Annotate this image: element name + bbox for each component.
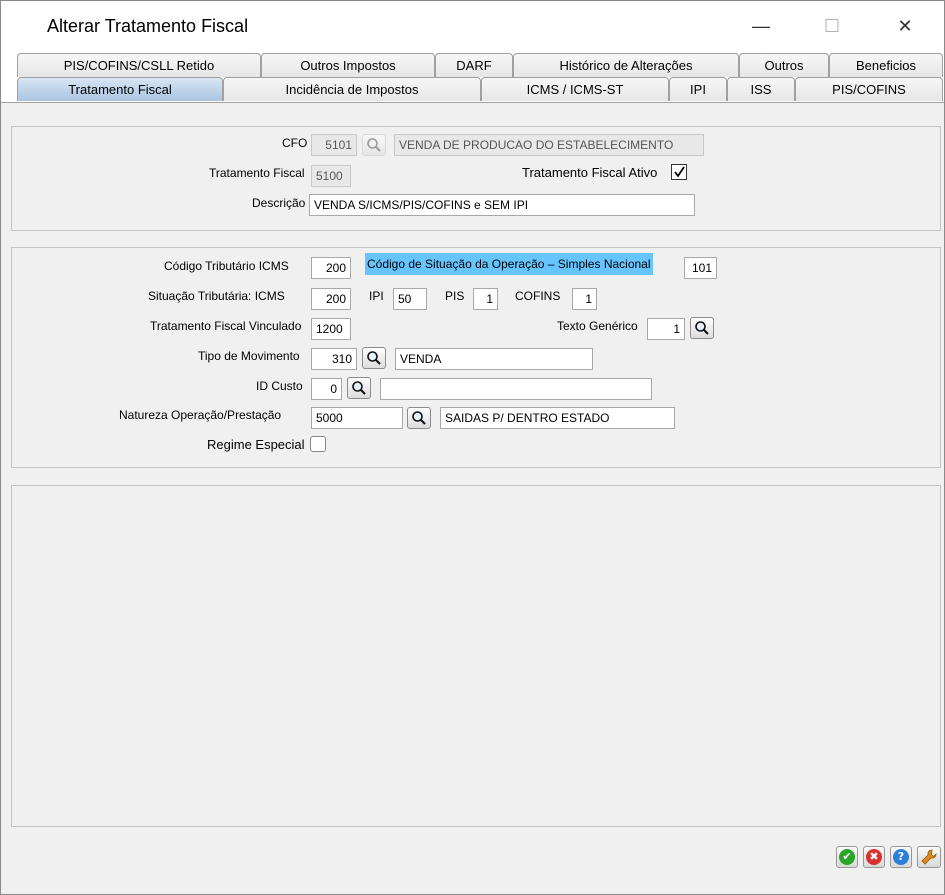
tipo-movimento-lookup-button[interactable]: [362, 347, 386, 369]
id-custo-description-field: [380, 378, 652, 400]
descricao-label: Descrição: [252, 196, 306, 210]
tab-darf[interactable]: DARF: [435, 53, 513, 77]
search-icon: [367, 138, 381, 152]
cfo-panel: CFO 5101 VENDA DE PRODUCAO DO ESTABELECI…: [11, 126, 941, 231]
id-custo-label: ID Custo: [256, 379, 303, 393]
cofins-field[interactable]: 1: [572, 288, 597, 310]
checkmark-icon: [674, 166, 685, 178]
codigo-tributario-icms-field[interactable]: 200: [311, 257, 351, 279]
tab-pis-cofins-csll-retido[interactable]: PIS/COFINS/CSLL Retido: [17, 53, 261, 77]
tab-outros-impostos[interactable]: Outros Impostos: [261, 53, 435, 77]
regime-especial-checkbox[interactable]: [310, 436, 326, 452]
dialog-window: Alterar Tratamento Fiscal — ☐ ✕ PIS/COFI…: [0, 0, 945, 895]
minimize-button[interactable]: —: [738, 11, 784, 41]
confirm-button[interactable]: ✔: [836, 846, 858, 868]
tipo-movimento-label: Tipo de Movimento: [198, 349, 300, 363]
empty-panel: [11, 485, 941, 827]
tratamento-fiscal-ativo-label: Tratamento Fiscal Ativo: [522, 165, 658, 180]
tab-iss[interactable]: ISS: [727, 77, 795, 101]
situacao-tributaria-label: Situação Tributária: ICMS: [148, 289, 285, 303]
search-icon: [352, 381, 366, 395]
check-icon: ✔: [839, 849, 855, 865]
texto-generico-lookup-button[interactable]: [690, 317, 714, 339]
tab-historico-alteracoes[interactable]: Histórico de Alterações: [513, 53, 739, 77]
maximize-icon: ☐: [823, 15, 841, 36]
search-icon: [412, 411, 426, 425]
search-icon: [695, 321, 709, 335]
tab-incidencia-impostos[interactable]: Incidência de Impostos: [223, 77, 481, 101]
help-icon: ?: [893, 849, 909, 865]
pis-label: PIS: [445, 289, 465, 303]
cfo-code-field: 5101: [311, 134, 357, 156]
cancel-button[interactable]: ✖: [863, 846, 885, 868]
tab-strip: PIS/COFINS/CSLL Retido Outros Impostos D…: [1, 51, 944, 103]
minimize-icon: —: [752, 15, 770, 36]
tools-button[interactable]: [917, 846, 941, 868]
tab-pis-cofins[interactable]: PIS/COFINS: [795, 77, 943, 101]
tab-ipi[interactable]: IPI: [669, 77, 727, 101]
tab-tratamento-fiscal[interactable]: Tratamento Fiscal: [17, 77, 223, 101]
id-custo-lookup-button[interactable]: [347, 377, 371, 399]
title-bar: Alterar Tratamento Fiscal — ☐ ✕: [1, 1, 944, 51]
ipi-field[interactable]: 50: [393, 288, 427, 310]
wrench-icon: [921, 849, 937, 865]
tratamento-fiscal-label: Tratamento Fiscal: [209, 166, 305, 180]
close-icon: ✕: [897, 15, 913, 36]
search-icon: [367, 351, 381, 365]
natureza-operacao-label: Natureza Operação/Prestação: [119, 408, 282, 422]
situacao-tributaria-icms-field[interactable]: 200: [311, 288, 351, 310]
tab-outros[interactable]: Outros: [739, 53, 829, 77]
texto-generico-field[interactable]: 1: [647, 318, 685, 340]
csosn-field[interactable]: 101: [684, 257, 717, 279]
close-window-button[interactable]: ✕: [882, 11, 928, 41]
tratamento-fiscal-ativo-checkbox[interactable]: [671, 164, 687, 180]
window-title: Alterar Tratamento Fiscal: [47, 16, 249, 36]
natureza-operacao-description-field: SAIDAS P/ DENTRO ESTADO: [440, 407, 675, 429]
tab-icms-icms-st[interactable]: ICMS / ICMS-ST: [481, 77, 669, 101]
tratamento-fiscal-vinculado-label: Tratamento Fiscal Vinculado: [150, 319, 302, 333]
natureza-operacao-code-field[interactable]: 5000: [311, 407, 403, 429]
tratamento-fiscal-field: 5100: [311, 165, 351, 187]
tipo-movimento-description-field: VENDA: [395, 348, 593, 370]
tab-content-border: [1, 102, 944, 103]
id-custo-code-field[interactable]: 0: [311, 378, 342, 400]
descricao-field[interactable]: VENDA S/ICMS/PIS/COFINS e SEM IPI: [309, 194, 695, 216]
pis-field[interactable]: 1: [473, 288, 498, 310]
cfo-description-field: VENDA DE PRODUCAO DO ESTABELECIMENTO: [394, 134, 704, 156]
cofins-label: COFINS: [515, 289, 561, 303]
tax-codes-panel: Código Tributário ICMS 200 Código de Sit…: [11, 247, 941, 468]
cfo-label: CFO: [282, 136, 308, 150]
ipi-label: IPI: [369, 289, 384, 303]
help-button[interactable]: ?: [890, 846, 912, 868]
close-icon: ✖: [866, 849, 882, 865]
natureza-operacao-lookup-button[interactable]: [407, 407, 431, 429]
maximize-button: ☐: [809, 11, 855, 41]
tab-beneficios[interactable]: Beneficios: [829, 53, 943, 77]
codigo-tributario-icms-label: Código Tributário ICMS: [164, 259, 289, 273]
regime-especial-label: Regime Especial: [207, 437, 305, 452]
csosn-label: Código de Situação da Operação – Simples…: [365, 253, 653, 275]
cfo-lookup-button: [362, 134, 386, 156]
tipo-movimento-code-field[interactable]: 310: [311, 348, 357, 370]
texto-generico-label: Texto Genérico: [557, 319, 638, 333]
tratamento-fiscal-vinculado-field[interactable]: 1200: [311, 318, 351, 340]
